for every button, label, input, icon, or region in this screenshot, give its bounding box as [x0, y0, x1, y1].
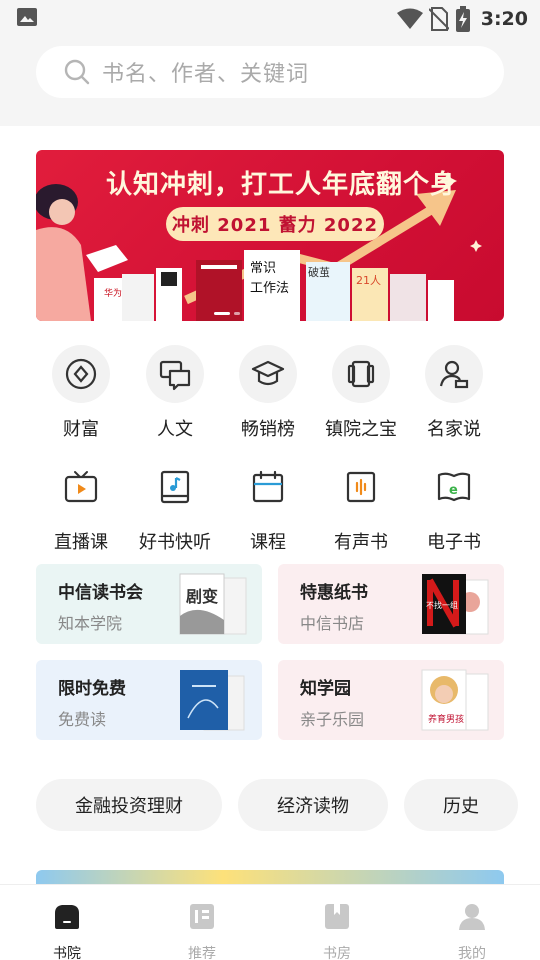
clock: 3:20 [480, 8, 528, 30]
no-sim-icon [428, 7, 449, 31]
person-icon [439, 360, 469, 389]
book-title-3: 破茧 [308, 265, 330, 279]
search-icon [64, 59, 90, 85]
battery-charging-icon [455, 6, 470, 32]
category-live[interactable]: 直播课 [31, 458, 131, 554]
book-title-2: 常识 [250, 261, 276, 276]
chip-economics[interactable]: 经济读物 [238, 779, 388, 831]
category-label: 畅销榜 [241, 419, 295, 440]
tab-profile[interactable]: 我的 [432, 901, 512, 960]
tab-label: 我的 [458, 946, 486, 960]
category-bestseller[interactable]: 畅销榜 [218, 345, 318, 441]
category-masters[interactable]: 名家说 [404, 345, 504, 441]
card-title: 限时免费 [58, 679, 126, 699]
tab-label: 书房 [323, 946, 351, 960]
bottom-tab-bar: 书院 推荐 书房 我的 [0, 884, 540, 960]
svg-text:剧变: 剧变 [186, 587, 218, 606]
card-reading-club[interactable]: 中信读书会 知本学院 剧变 [36, 564, 262, 644]
category-quick-listen[interactable]: 好书快听 [125, 458, 225, 554]
svg-text:不找一组: 不找一组 [426, 600, 458, 610]
book-cover: 剧变 [179, 573, 247, 635]
chip-history[interactable]: 历史 [404, 779, 518, 831]
card-subtitle: 知本学院 [58, 614, 123, 633]
bookshelf-icon [325, 904, 349, 929]
profile-icon [459, 904, 485, 930]
card-title: 知学园 [300, 679, 351, 699]
card-subtitle: 亲子乐园 [300, 710, 365, 729]
category-courses[interactable]: 课程 [218, 458, 318, 554]
svg-text:e: e [449, 483, 458, 498]
category-label: 镇院之宝 [325, 419, 397, 440]
tab-bookshelf[interactable]: 书房 [297, 901, 377, 960]
search-input[interactable]: 书名、作者、关键词 [36, 46, 504, 98]
category-label: 课程 [250, 532, 286, 553]
status-bar: 3:20 [0, 0, 540, 36]
category-humanities[interactable]: 人文 [125, 345, 225, 441]
category-label: 电子书 [427, 532, 481, 553]
card-kids-learning[interactable]: 知学园 亲子乐园 养育男孩 [278, 660, 504, 740]
category-label: 有声书 [334, 532, 388, 553]
svg-text:养育男孩: 养育男孩 [428, 713, 464, 725]
card-subtitle: 中信书店 [300, 614, 365, 633]
calendar-icon [252, 470, 284, 503]
recommend-icon [190, 904, 214, 929]
category-audiobook[interactable]: 有声书 [311, 458, 411, 554]
book-scroll-icon [347, 360, 375, 388]
wifi-icon [396, 8, 423, 29]
graduation-cap-icon [251, 360, 285, 386]
book-title-4: 21人 [356, 274, 381, 287]
audio-wave-icon [346, 471, 376, 503]
category-label: 人文 [157, 419, 193, 440]
book-title-1: 华为 [104, 287, 122, 299]
category-label: 财富 [63, 419, 99, 440]
home-icon [55, 905, 79, 929]
banner-tagline: 冲刺 2021 蓄力 2022 [166, 207, 384, 241]
banner-headline: 认知冲刺，打工人年底翻个身 [106, 170, 458, 200]
book-cover: 不找一组 [422, 574, 489, 635]
chip-finance[interactable]: 金融投资理财 [36, 779, 222, 831]
card-free-limited[interactable]: 限时免费 免费读 [36, 660, 262, 740]
chat-bubbles-icon [159, 360, 191, 391]
book-cover: 养育男孩 [421, 669, 489, 731]
book-cover [180, 670, 245, 731]
coin-icon [65, 358, 97, 390]
music-book-icon [160, 470, 190, 504]
category-label: 直播课 [54, 532, 108, 553]
category-wealth[interactable]: 财富 [31, 345, 131, 441]
header: 书名、作者、关键词 [0, 36, 540, 126]
tab-label: 推荐 [188, 946, 216, 960]
tab-recommend[interactable]: 推荐 [162, 901, 242, 960]
category-label: 好书快听 [139, 532, 211, 553]
card-title: 特惠纸书 [300, 583, 368, 603]
image-notification-icon [17, 8, 37, 26]
tab-label: 书院 [53, 946, 81, 960]
category-label: 名家说 [427, 419, 481, 440]
category-treasure[interactable]: 镇院之宝 [311, 345, 411, 441]
tv-play-icon [64, 471, 98, 503]
next-banner-peek [36, 870, 504, 884]
search-placeholder: 书名、作者、关键词 [102, 62, 310, 87]
card-discount-books[interactable]: 特惠纸书 中信书店 不找一组 [278, 564, 504, 644]
card-subtitle: 免费读 [58, 710, 107, 729]
svg-text:工作法: 工作法 [250, 281, 289, 296]
card-title: 中信读书会 [58, 583, 143, 603]
tab-home[interactable]: 书院 [27, 901, 107, 960]
promo-banner[interactable]: 华为 常识 工作法 破茧 21人 认知冲刺，打工人年底翻个身 冲刺 2021 蓄… [36, 150, 504, 321]
ebook-icon: e [437, 472, 471, 502]
category-ebook[interactable]: e 电子书 [404, 458, 504, 554]
